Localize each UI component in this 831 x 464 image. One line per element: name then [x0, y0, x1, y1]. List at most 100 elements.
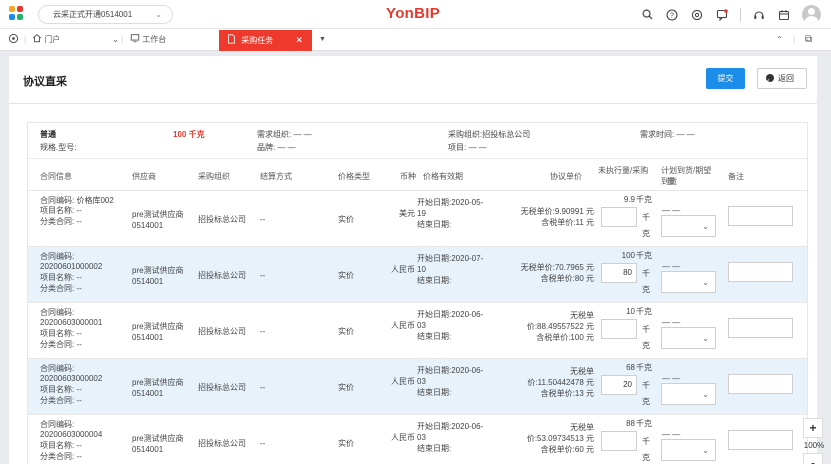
purchase-org-cell: 招投标总公司 [198, 215, 246, 224]
col-price-type: 价格类型 [338, 172, 370, 181]
validity-start-day: 03 [417, 321, 426, 330]
org-selector[interactable]: 云采正式开通0514001 ⌄ [38, 5, 173, 24]
contract-line: 分类合同: -- [40, 452, 82, 461]
validity-start-day: 03 [417, 377, 426, 386]
settings-icon[interactable] [690, 8, 704, 22]
purchase-qty-input[interactable] [601, 319, 637, 339]
remark-input[interactable] [728, 206, 793, 226]
headset-icon[interactable] [752, 8, 766, 22]
remark-input[interactable] [728, 374, 793, 394]
user-avatar[interactable] [802, 5, 821, 24]
tab-portal[interactable]: 门户 [32, 29, 60, 51]
help-icon[interactable]: ? [665, 8, 679, 22]
collapse-up-icon[interactable]: ⌃ [776, 29, 783, 51]
purchase-org-cell: 招投标总公司 [198, 271, 246, 280]
price-line: 价:11.50442478 元 [527, 378, 594, 387]
purchase-qty-input[interactable] [601, 207, 637, 227]
chevron-down-icon: ⌄ [702, 390, 709, 399]
unit-label-top: 千 [642, 213, 650, 222]
zoom-out-button[interactable]: - [803, 453, 823, 464]
validity-start: 开始日期:2020-06- [417, 422, 484, 431]
table-row: 合同编码: 20200601000002 项目名称: -- 分类合同: -- pre测试… [28, 247, 807, 303]
unit-label-bottom: 克 [642, 397, 650, 406]
col-validity: 价格有效期 [423, 172, 463, 181]
purchase-org-cell: 招投标总公司 [198, 327, 246, 336]
price-line: 无税单 [570, 311, 594, 320]
tab-purchase-task[interactable]: 采购任务 ✕ [219, 30, 312, 51]
unit-label: 千克 [636, 251, 652, 260]
contract-line: 20200603000001 [40, 318, 103, 327]
back-button[interactable]: 返回 [757, 68, 807, 90]
plan-arrival-select[interactable]: ⌄ [661, 439, 716, 461]
fullscreen-icon[interactable]: ⧉ [805, 29, 812, 51]
search-icon[interactable] [640, 8, 654, 22]
plan-arrival-select[interactable]: ⌄ [661, 215, 716, 237]
supplier-code: 0514001 [132, 333, 164, 342]
contract-line: 20200603000002 [40, 374, 103, 383]
message-icon[interactable] [715, 8, 729, 22]
demand-org: 需求组织: — — [257, 130, 312, 139]
page-title: 协议直采 [23, 76, 67, 88]
tab-workbench[interactable]: 工作台 [130, 29, 166, 51]
unit-label-top: 千 [642, 437, 650, 446]
chevron-down-icon: ⌄ [702, 334, 709, 343]
validity-start: 开始日期:2020-06- [417, 366, 484, 375]
close-tab-icon[interactable]: ✕ [295, 30, 303, 51]
item-project: 项目: — — [448, 143, 487, 152]
price-line: 无税单 [570, 423, 594, 432]
supplier-name: pre测试供应商 [132, 434, 184, 443]
unit-label-bottom: 克 [642, 229, 650, 238]
unit-label-top: 千 [642, 325, 650, 334]
currency-cell: 美元 [399, 209, 415, 218]
validity-start: 开始日期:2020-05- [417, 198, 484, 207]
document-icon [228, 34, 235, 44]
remark-input[interactable] [728, 318, 793, 338]
back-arrow-icon [766, 71, 774, 90]
price-line: 含税单价:60 元 [540, 445, 594, 454]
col-plan-line1: 计划到货/期望 [661, 166, 712, 175]
app-logo-icon[interactable] [9, 6, 25, 22]
purchase-qty-input[interactable] [601, 431, 637, 451]
col-settlement: 结算方式 [260, 172, 292, 181]
tab-dropdown-chevron-icon[interactable]: ⌄ [112, 29, 119, 51]
item-quantity: 100 千克 [173, 130, 205, 139]
zoom-in-button[interactable]: + [803, 418, 823, 438]
price-incl-tax: 含税单价:11 元 [541, 218, 594, 227]
plan-arrival-select[interactable]: ⌄ [661, 383, 716, 405]
table-header: 合同信息 供应商 采购组织 结算方式 价格类型 币种 价格有效期 协议单价 未执… [28, 159, 807, 191]
unexecuted-qty: 88 [626, 419, 635, 428]
purchase-qty-input[interactable]: 80 [601, 263, 637, 283]
currency-cell: 人民币 [391, 433, 415, 442]
plan-arrival-select[interactable]: ⌄ [661, 271, 716, 293]
validity-start-day: 10 [417, 265, 426, 274]
supplier-name: pre测试供应商 [132, 378, 184, 387]
col-unexecuted-line1: 未执行量/采购 [598, 166, 649, 175]
plan-arrival-select[interactable]: ⌄ [661, 327, 716, 349]
contract-line: 合同编码: [40, 252, 75, 261]
supplier-code: 0514001 [132, 445, 164, 454]
calendar-icon[interactable] [777, 8, 791, 22]
price-excl-tax: 无税单价:70.7965 元 [520, 263, 594, 272]
unit-label-top: 千 [642, 381, 650, 390]
tab-menu-caret-icon[interactable]: ▼ [319, 29, 326, 51]
back-button-label: 返回 [778, 74, 794, 83]
tab-bar: | 门户 ⌄ | 工作台 采购任务 ✕ ▼ ⌃ | ⧉ [0, 29, 831, 51]
submit-button[interactable]: 提交 [706, 68, 745, 89]
validity-end: 结束日期: [417, 220, 452, 229]
tab-divider: | [121, 35, 124, 44]
org-selector-label: 云采正式开通0514001 [53, 10, 133, 19]
purchase-qty-input[interactable]: 20 [601, 375, 637, 395]
contract-line: 项目名称: -- [40, 329, 82, 338]
price-line: 价:53.09734513 元 [526, 434, 594, 443]
unit-label: 千克 [636, 195, 652, 204]
purchase-org: 采购组织:招投标总公司 [448, 130, 531, 139]
svg-text:?: ? [670, 12, 674, 19]
item-spec: 规格.型号: [40, 143, 77, 152]
remark-input[interactable] [728, 430, 793, 450]
unexecuted-qty: 100 [621, 251, 635, 260]
home-icon[interactable] [8, 29, 19, 51]
price-line: 价:88.49557522 元 [526, 322, 594, 331]
zoom-control: + 100% - [803, 418, 824, 464]
unit-label-bottom: 克 [642, 285, 650, 294]
remark-input[interactable] [728, 262, 793, 282]
